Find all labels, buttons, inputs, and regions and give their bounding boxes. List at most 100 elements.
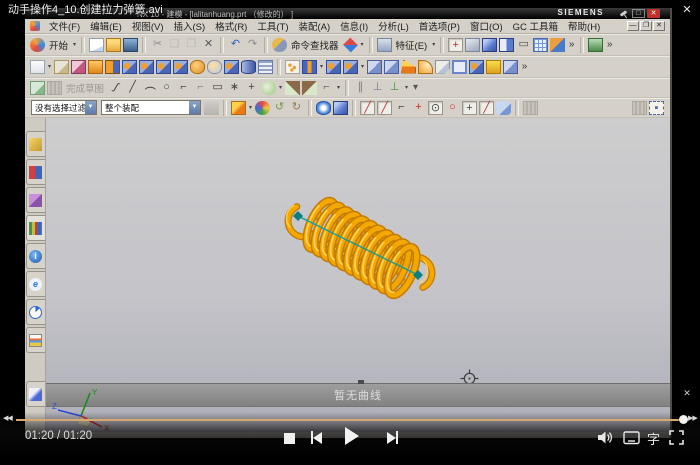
profile-icon[interactable]: ∫ xyxy=(106,78,126,97)
cut-icon[interactable]: ✂ xyxy=(150,38,165,52)
copy-icon[interactable]: ❏ xyxy=(167,38,182,52)
draft-icon[interactable] xyxy=(401,60,416,74)
snap-endpoint-icon[interactable]: ╱ xyxy=(360,101,375,115)
redo-icon[interactable]: ↷ xyxy=(245,38,260,52)
split-body-icon[interactable] xyxy=(384,60,399,74)
display-mode-button[interactable] xyxy=(623,431,640,450)
snap-intersection-icon[interactable]: + xyxy=(411,101,426,115)
constraint-overflow[interactable]: ▾ xyxy=(411,81,420,95)
constraints-icon[interactable]: ⊥ xyxy=(387,81,402,95)
spring-column-icon[interactable] xyxy=(258,60,273,74)
part-navigator-tab[interactable] xyxy=(26,187,45,213)
make-corner-icon[interactable]: ⌐ xyxy=(319,81,334,95)
quick-trim-icon[interactable] xyxy=(285,81,300,95)
shaded-view-icon[interactable] xyxy=(499,38,514,52)
selection-scope-combo[interactable]: 整个装配▼ xyxy=(101,100,201,115)
wireframe-view-icon[interactable]: ▭ xyxy=(516,38,531,52)
revolve-icon[interactable] xyxy=(105,60,120,74)
menu-file[interactable]: 文件(F) xyxy=(44,19,85,33)
forward-button[interactable]: ▶▶ xyxy=(688,414,697,422)
sketch-button-icon[interactable] xyxy=(30,60,45,74)
datum-plane-icon[interactable] xyxy=(54,60,69,74)
pocket-icon[interactable] xyxy=(156,60,171,74)
close-button[interactable]: ✕ xyxy=(647,9,660,18)
constraint-navigator-tab[interactable] xyxy=(26,159,45,185)
rotate-view-icon[interactable] xyxy=(465,38,480,52)
menu-tools[interactable]: 工具(T) xyxy=(252,19,293,33)
offset-emboss-icon[interactable] xyxy=(207,60,222,74)
boss-icon[interactable] xyxy=(139,60,154,74)
scale-body-icon[interactable] xyxy=(486,60,501,74)
selection-scope-combo-arrow[interactable]: ▼ xyxy=(189,101,200,114)
polygon-icon[interactable]: ∗ xyxy=(227,81,242,95)
mdi-close-button[interactable]: ✕ xyxy=(653,21,665,31)
fillet-icon[interactable]: ⌐ xyxy=(176,81,191,95)
undo-icon[interactable]: ↶ xyxy=(228,38,243,52)
snap-magnet-icon[interactable] xyxy=(204,101,219,115)
command-finder-button[interactable]: 命令查找器 xyxy=(288,38,342,52)
command-finder-icon[interactable] xyxy=(272,38,287,52)
arc-icon[interactable]: ( xyxy=(143,80,157,95)
subtract-icon[interactable] xyxy=(326,60,341,74)
studio-spline-icon[interactable] xyxy=(261,81,276,95)
user-role-icon[interactable] xyxy=(343,37,358,52)
user-role-icon-dropdown[interactable]: ▾ xyxy=(359,41,366,48)
menu-gc-toolbox[interactable]: GC 工具箱 xyxy=(508,19,563,33)
stop-button[interactable] xyxy=(284,433,295,444)
parallel-constraint-icon[interactable]: ∥ xyxy=(353,81,368,95)
extrude-icon[interactable] xyxy=(88,60,103,74)
deselect-icon[interactable]: ↺ xyxy=(272,101,287,115)
mdi-restore-button[interactable]: ❐ xyxy=(640,21,652,31)
roles-tab[interactable] xyxy=(26,381,45,407)
point-icon[interactable]: + xyxy=(244,81,259,95)
snap-point-on-curve-icon[interactable]: ╱ xyxy=(479,101,494,115)
reuse-library-tab[interactable] xyxy=(26,215,45,241)
shell-icon[interactable] xyxy=(452,60,467,74)
menu-view[interactable]: 视图(V) xyxy=(127,19,169,33)
chamfer-icon[interactable] xyxy=(435,60,450,74)
view-overflow[interactable]: » xyxy=(567,38,576,52)
select-group-icon[interactable] xyxy=(231,101,246,115)
fullscreen-button[interactable] xyxy=(669,430,684,450)
select-group-icon-dropdown[interactable]: ▾ xyxy=(247,104,254,111)
unite-icon-dropdown[interactable]: ▾ xyxy=(318,63,325,70)
trim-body-icon[interactable] xyxy=(367,60,382,74)
progress-knob[interactable] xyxy=(679,415,688,424)
save-icon[interactable] xyxy=(123,38,138,52)
play-button[interactable] xyxy=(345,427,359,445)
make-corner-icon-dropdown[interactable]: ▾ xyxy=(335,84,342,91)
intersect-icon-dropdown[interactable]: ▾ xyxy=(359,63,366,70)
paste-icon[interactable]: ❐ xyxy=(184,38,199,52)
hd3d-tool-tab[interactable]: i xyxy=(26,243,45,269)
color-filter-icon[interactable] xyxy=(255,101,270,115)
wcs-dynamics-icon[interactable] xyxy=(632,101,647,115)
volume-button[interactable] xyxy=(597,430,614,450)
boolean-more-icon[interactable] xyxy=(503,60,518,74)
snap-options-icon[interactable] xyxy=(523,101,538,115)
snap-point-on-face-icon[interactable] xyxy=(496,101,511,115)
snap-midpoint-icon[interactable]: ╱ xyxy=(377,101,392,115)
feature-group-button-dropdown[interactable]: ▾ xyxy=(430,41,437,48)
menu-edit[interactable]: 编辑(E) xyxy=(85,19,127,33)
nx-logo-icon[interactable] xyxy=(30,38,45,52)
open-icon[interactable] xyxy=(106,38,121,52)
snap-control-point-icon[interactable]: ⌐ xyxy=(394,101,409,115)
line-icon[interactable]: ╱ xyxy=(125,81,140,95)
system-materials-tab[interactable] xyxy=(26,327,45,353)
menu-format[interactable]: 格式(R) xyxy=(210,19,252,33)
menu-insert[interactable]: 插入(S) xyxy=(168,19,210,33)
pattern-feature-icon[interactable] xyxy=(285,60,300,74)
menu-assemblies[interactable]: 装配(A) xyxy=(294,19,336,33)
menu-window[interactable]: 窗口(O) xyxy=(465,19,508,33)
web-browser-tab[interactable]: e xyxy=(26,271,45,297)
sketch-task-icon[interactable] xyxy=(30,81,45,95)
circle-icon[interactable]: ○ xyxy=(159,81,174,95)
finish-sketch-button[interactable]: 完成草图 xyxy=(63,81,107,95)
player-close-button[interactable]: ✕ xyxy=(679,3,695,17)
snap-grid-view-icon[interactable] xyxy=(533,38,548,52)
history-tab[interactable] xyxy=(26,299,45,325)
tension-spring-model[interactable] xyxy=(265,183,455,311)
sketch-display-icon[interactable] xyxy=(47,81,62,95)
selection-filter-combo[interactable]: 没有选择过滤器▼ xyxy=(31,100,97,115)
snap-arc-center-icon[interactable]: ⊙ xyxy=(428,101,443,115)
